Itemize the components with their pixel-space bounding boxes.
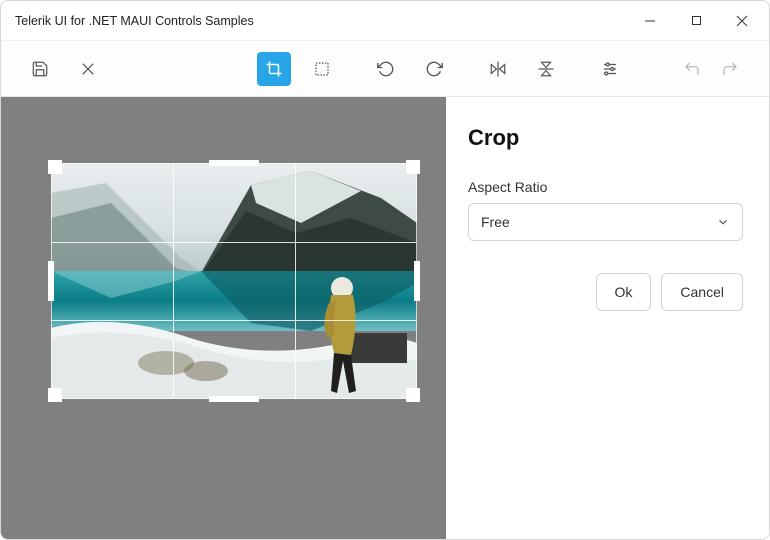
rotate-cw-icon (425, 60, 443, 78)
panel-buttons: Ok Cancel (468, 273, 743, 311)
crop-handle-left[interactable] (48, 261, 54, 301)
undo-button[interactable] (675, 52, 709, 86)
crop-icon (265, 60, 283, 78)
crop-panel: Crop Aspect Ratio Free Ok Cancel (446, 97, 769, 539)
panel-title: Crop (468, 125, 743, 151)
rotate-ccw-icon (377, 60, 395, 78)
aspect-ratio-dropdown[interactable]: Free (468, 203, 743, 241)
filters-button[interactable] (593, 52, 627, 86)
undo-icon (682, 60, 702, 78)
rotate-cw-button[interactable] (417, 52, 451, 86)
crop-button[interactable] (257, 52, 291, 86)
crop-handle-right[interactable] (414, 261, 420, 301)
window-title: Telerik UI for .NET MAUI Controls Sample… (15, 14, 254, 28)
crop-handle-tr[interactable] (406, 160, 420, 174)
toolbar (1, 41, 769, 97)
aspect-ratio-label: Aspect Ratio (468, 179, 743, 195)
rotate-ccw-button[interactable] (369, 52, 403, 86)
cancel-button[interactable]: Cancel (661, 273, 743, 311)
save-icon (31, 60, 49, 78)
titlebar: Telerik UI for .NET MAUI Controls Sample… (1, 1, 769, 41)
content-area: Crop Aspect Ratio Free Ok Cancel (1, 97, 769, 539)
resize-icon (313, 60, 331, 78)
filters-icon (601, 60, 619, 78)
flip-vertical-button[interactable] (529, 52, 563, 86)
close-icon (80, 61, 96, 77)
ok-button[interactable]: Ok (596, 273, 652, 311)
window-close-button[interactable] (719, 1, 765, 41)
save-button[interactable] (23, 52, 57, 86)
resize-button[interactable] (305, 52, 339, 86)
crop-handle-br[interactable] (406, 388, 420, 402)
redo-icon (720, 60, 740, 78)
close-button[interactable] (71, 52, 105, 86)
flip-horizontal-button[interactable] (481, 52, 515, 86)
crop-handle-tl[interactable] (48, 160, 62, 174)
crop-region[interactable] (51, 163, 417, 399)
crop-handle-top[interactable] (209, 160, 259, 166)
maximize-button[interactable] (673, 1, 719, 41)
crop-handle-bl[interactable] (48, 388, 62, 402)
minimize-button[interactable] (627, 1, 673, 41)
app-window: Telerik UI for .NET MAUI Controls Sample… (0, 0, 770, 540)
image-preview (51, 163, 417, 399)
chevron-down-icon (716, 215, 730, 229)
redo-button[interactable] (713, 52, 747, 86)
crop-handle-bottom[interactable] (209, 396, 259, 402)
flip-vertical-icon (537, 60, 555, 78)
flip-horizontal-icon (489, 60, 507, 78)
canvas-area[interactable] (1, 97, 446, 539)
aspect-ratio-value: Free (481, 214, 510, 230)
